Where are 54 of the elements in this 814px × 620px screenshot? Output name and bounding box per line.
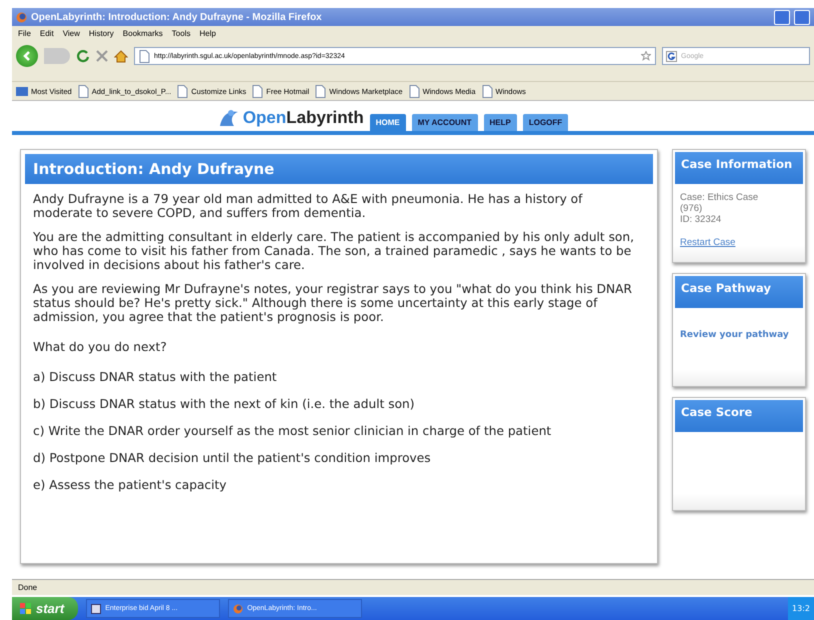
nav-tab[interactable]: LOGOFF <box>522 114 568 131</box>
clock-text: 13:2 <box>792 604 810 613</box>
folder-icon <box>16 86 28 96</box>
star-icon[interactable] <box>641 51 651 61</box>
minimize-button[interactable] <box>774 10 790 24</box>
menu-item[interactable]: Edit <box>40 29 54 38</box>
page-icon <box>252 84 264 98</box>
document-icon <box>91 604 102 614</box>
search-engine-icon[interactable] <box>666 50 677 62</box>
case-detail: (976) <box>680 203 704 214</box>
answer-option[interactable]: e) Assess the patient's capacity <box>33 478 645 492</box>
logo-text: OpenLabyrinth <box>242 108 364 128</box>
page-icon <box>177 84 188 98</box>
close-icon[interactable] <box>96 50 108 62</box>
back-button[interactable] <box>16 45 38 67</box>
panel-title: Case Pathway <box>675 276 803 308</box>
page-icon <box>482 84 492 98</box>
answer-option[interactable]: a) Discuss DNAR status with the patient <box>33 370 645 384</box>
windows-logo-icon <box>20 602 32 614</box>
menu-item[interactable]: Bookmarks <box>122 29 163 38</box>
maximize-button[interactable] <box>794 10 810 24</box>
window-title: OpenLabyrinth: Introduction: Andy Dufrayne - Mozilla Firefox <box>31 12 323 22</box>
browser-icon <box>16 12 27 22</box>
logo-icon <box>218 108 240 128</box>
page-icon <box>139 50 150 62</box>
menu-item[interactable]: Help <box>199 29 216 38</box>
paragraph: Andy Dufrayne is a 79 year old man admitted to A&E with pneumonia. He has a history of moderate to severe COPD, and suffers from dementia. <box>33 192 584 220</box>
menu-item[interactable]: Tools <box>172 29 190 38</box>
menu-item[interactable]: View <box>62 29 80 38</box>
panel-title: Case Score <box>675 400 803 432</box>
case-detail: ID: 32324 <box>680 214 722 225</box>
nav-tab[interactable]: MY ACCOUNT <box>412 114 478 131</box>
panel-title: Case Information <box>675 152 803 184</box>
nav-tab[interactable]: HELP <box>484 114 517 131</box>
paragraph: You are the admitting consultant in elderly care. The patient is accompanied by his only adult son, who has come to visit his father from Canada. The son, a trained paramedic , says he wants to be involved in decisions about his father's care. <box>33 230 635 272</box>
answer-option[interactable]: c) Write the DNAR order yourself as the most senior clinician in charge of the patient <box>33 424 645 438</box>
home-icon[interactable] <box>114 50 128 62</box>
menu-item[interactable]: History <box>88 29 114 38</box>
answer-option[interactable]: b) Discuss DNAR status with the next of kin (i.e. the adult son) <box>33 397 645 412</box>
page-icon <box>315 84 326 98</box>
case-detail: Case: Ethics Case <box>680 192 760 203</box>
reload-icon[interactable] <box>76 49 90 63</box>
panel-link[interactable]: Restart Case <box>680 237 736 248</box>
nav-tab[interactable]: HOME <box>370 114 406 131</box>
paragraph: As you are reviewing Mr Dufrayne's notes, your registrar says to you "what do you think his DNAR status should be? He's pretty sick." Although there is some uncertainty at this early stage of admission, you agree that the patient's prognosis is poor. <box>33 282 633 324</box>
question-text: What do you do next? <box>33 340 168 354</box>
answer-option[interactable]: d) Postpone DNAR decision until the patient's condition improves <box>33 451 645 466</box>
page-title: Introduction: Andy Dufrayne <box>25 154 653 184</box>
menu-item[interactable]: File <box>18 29 31 38</box>
page-icon <box>408 84 420 98</box>
status-text: Done <box>18 583 38 592</box>
browser-icon <box>233 604 244 614</box>
page-icon <box>78 84 89 98</box>
panel-link[interactable]: Review your pathway <box>680 330 789 340</box>
